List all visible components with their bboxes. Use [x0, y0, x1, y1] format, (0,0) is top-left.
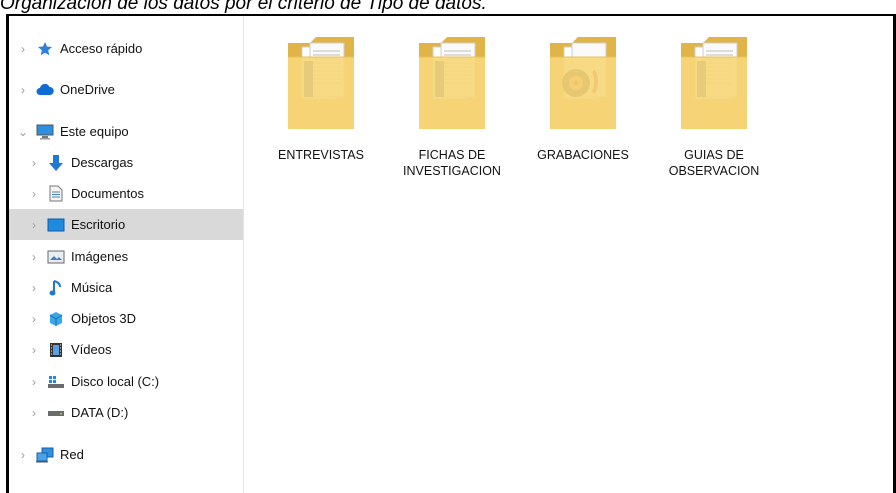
nav-item-descargas[interactable]: › Descargas: [9, 147, 243, 178]
file-explorer-window: › Acceso rápido › OneDrive ⌄ Este equipo…: [6, 14, 896, 493]
nav-label: DATA (D:): [71, 405, 129, 420]
chevron-right-icon[interactable]: ›: [16, 42, 30, 56]
nav-item-data-d[interactable]: › DATA (D:): [9, 397, 243, 428]
cube-3d-icon: [47, 310, 65, 328]
download-arrow-icon: [47, 154, 65, 172]
star-icon: [36, 40, 54, 58]
drive-icon: [47, 404, 65, 422]
nav-item-onedrive[interactable]: › OneDrive: [9, 74, 243, 105]
nav-label: Documentos: [71, 186, 144, 201]
chevron-right-icon[interactable]: ›: [27, 250, 41, 264]
chevron-right-icon[interactable]: ›: [27, 375, 41, 389]
folder-label: FICHAS DE INVESTIGACION: [403, 148, 501, 178]
computer-icon: [36, 123, 54, 141]
nav-label: OneDrive: [60, 82, 115, 97]
cloud-icon: [36, 81, 54, 99]
chevron-right-icon[interactable]: ›: [27, 187, 41, 201]
folder-guias-de-observacion[interactable]: GUIAS DE OBSERVACION: [654, 33, 774, 179]
folder-content-area: ENTREVISTAS FICHAS DE INVESTIGACION GRAB…: [244, 16, 893, 493]
nav-label: Objetos 3D: [71, 311, 137, 326]
folder-document-icon: [681, 37, 747, 129]
chevron-right-icon[interactable]: ›: [27, 343, 41, 357]
nav-item-imagenes[interactable]: › Imágenes: [9, 241, 243, 272]
nav-label: Música: [71, 280, 113, 295]
nav-item-documentos[interactable]: › Documentos: [9, 178, 243, 209]
nav-item-escritorio[interactable]: › Escritorio: [9, 209, 243, 240]
nav-item-acceso-rapido[interactable]: › Acceso rápido: [9, 33, 243, 64]
chevron-down-icon[interactable]: ⌄: [16, 125, 30, 139]
nav-item-red[interactable]: › Red: [9, 439, 243, 470]
nav-item-objetos-3d[interactable]: › Objetos 3D: [9, 303, 243, 334]
chevron-right-icon[interactable]: ›: [27, 281, 41, 295]
desktop-icon: [47, 216, 65, 234]
folder-entrevistas[interactable]: ENTREVISTAS: [261, 33, 381, 163]
nav-item-disco-local-c[interactable]: › Disco local (C:): [9, 366, 243, 397]
nav-item-este-equipo[interactable]: ⌄ Este equipo: [9, 116, 243, 147]
chevron-right-icon[interactable]: ›: [27, 312, 41, 326]
nav-item-videos[interactable]: › Vídeos: [9, 334, 243, 365]
folder-fichas-de-investigacion[interactable]: FICHAS DE INVESTIGACION: [392, 33, 512, 179]
chevron-right-icon[interactable]: ›: [16, 448, 30, 462]
document-icon: [47, 185, 65, 203]
chevron-right-icon[interactable]: ›: [27, 156, 41, 170]
folder-grabaciones[interactable]: GRABACIONES: [523, 33, 643, 163]
nav-label: Este equipo: [60, 124, 129, 139]
nav-label: Acceso rápido: [60, 41, 143, 56]
folder-media-icon: [550, 37, 616, 129]
nav-label: Descargas: [71, 155, 134, 170]
folder-document-icon: [288, 37, 354, 129]
nav-item-musica[interactable]: › Música: [9, 272, 243, 303]
folder-label: ENTREVISTAS: [278, 148, 364, 162]
nav-label: Imágenes: [71, 249, 129, 264]
figure-caption: Organización de los datos por el criteri…: [0, 0, 487, 14]
folder-document-icon: [419, 37, 485, 129]
chevron-right-icon[interactable]: ›: [16, 83, 30, 97]
image-icon: [47, 248, 65, 266]
folder-label: GUIAS DE OBSERVACION: [668, 148, 760, 178]
nav-label: Red: [60, 447, 84, 462]
nav-label: Disco local (C:): [71, 374, 160, 389]
navigation-pane: › Acceso rápido › OneDrive ⌄ Este equipo…: [9, 16, 244, 493]
film-icon: [47, 341, 65, 359]
nav-label: Escritorio: [71, 217, 126, 232]
nav-label: Vídeos: [71, 342, 112, 357]
chevron-right-icon[interactable]: ›: [27, 218, 41, 232]
folder-label: GRABACIONES: [537, 148, 629, 162]
local-disk-icon: [47, 373, 65, 391]
music-note-icon: [47, 279, 65, 297]
chevron-right-icon[interactable]: ›: [27, 406, 41, 420]
network-icon: [36, 446, 54, 464]
